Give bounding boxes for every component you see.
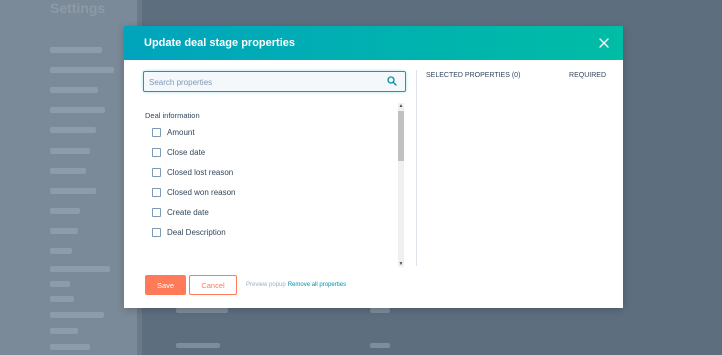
close-icon: [599, 38, 609, 48]
modal-title: Update deal stage properties: [144, 37, 295, 49]
selected-properties-label: SELECTED PROPERTIES (0): [426, 72, 521, 79]
property-row-closed-lost-reason[interactable]: Closed lost reason: [152, 165, 233, 179]
background-nav-item: [50, 344, 90, 350]
property-row-deal-description[interactable]: Deal Description: [152, 225, 226, 239]
search-input[interactable]: [144, 73, 364, 92]
background-row: [370, 308, 390, 313]
property-label: Amount: [167, 127, 195, 137]
preview-popup-text: Preview popup: [246, 282, 286, 288]
background-nav-item: [50, 67, 114, 73]
property-checkbox[interactable]: [152, 127, 161, 137]
background-nav-item: [50, 107, 105, 113]
scroll-up-arrow-icon[interactable]: ▲: [398, 103, 404, 109]
update-deal-stage-modal: Update deal stage properties Deal inform…: [124, 26, 623, 308]
property-label: Close date: [167, 147, 206, 157]
property-checkbox[interactable]: [152, 147, 161, 157]
scroll-down-arrow-icon[interactable]: ▼: [398, 261, 404, 267]
background-nav-item: [50, 312, 104, 318]
background-nav-item: [50, 281, 70, 287]
modal-header: Update deal stage properties: [124, 26, 623, 60]
group-label: Deal information: [145, 111, 200, 120]
background-row: [176, 308, 228, 313]
background-page-title: Settings: [50, 0, 106, 16]
property-checkbox[interactable]: [152, 227, 161, 237]
background-nav-item: [50, 248, 72, 254]
property-row-close-date[interactable]: Close date: [152, 145, 205, 159]
property-checkbox[interactable]: [152, 187, 161, 197]
search-icon[interactable]: [387, 76, 397, 86]
background-row: [370, 343, 390, 348]
search-box: [143, 71, 406, 92]
property-label: Closed won reason: [167, 187, 236, 197]
background-nav-item: [50, 87, 98, 93]
background-nav-item: [50, 266, 110, 272]
background-nav-item: [50, 328, 78, 334]
property-row-closed-won-reason[interactable]: Closed won reason: [152, 185, 235, 199]
background-nav-item: [50, 148, 90, 154]
property-row-amount[interactable]: Amount: [152, 125, 195, 139]
property-label: Deal Description: [167, 227, 226, 237]
scrollbar-thumb[interactable]: [398, 111, 404, 161]
required-label: REQUIRED: [569, 72, 606, 79]
panel-divider: [416, 70, 417, 266]
cancel-button[interactable]: Cancel: [189, 275, 237, 295]
close-button[interactable]: [596, 35, 612, 51]
background-nav-item: [50, 127, 96, 133]
background-nav-item: [50, 228, 78, 234]
background-nav-item: [50, 208, 80, 214]
property-checkbox[interactable]: [152, 207, 161, 217]
save-button[interactable]: Save: [145, 275, 186, 295]
background-nav-item: [50, 47, 102, 53]
background-nav-item: [50, 296, 74, 302]
background-nav-item: [50, 188, 96, 194]
property-checkbox[interactable]: [152, 167, 161, 177]
properties-panel: Deal information Amount Close date Close…: [143, 70, 407, 267]
remove-all-properties-link[interactable]: Remove all properties: [288, 282, 346, 288]
property-label: Closed lost reason: [167, 167, 234, 177]
background-row: [176, 343, 220, 348]
background-nav-item: [50, 168, 86, 174]
property-label: Create date: [167, 207, 209, 217]
properties-list: Deal information Amount Close date Close…: [143, 101, 406, 266]
property-row-create-date[interactable]: Create date: [152, 205, 209, 219]
modal-footer: Save Cancel Preview popup Remove all pro…: [145, 275, 346, 295]
list-scrollbar[interactable]: ▲ ▼: [398, 103, 404, 267]
